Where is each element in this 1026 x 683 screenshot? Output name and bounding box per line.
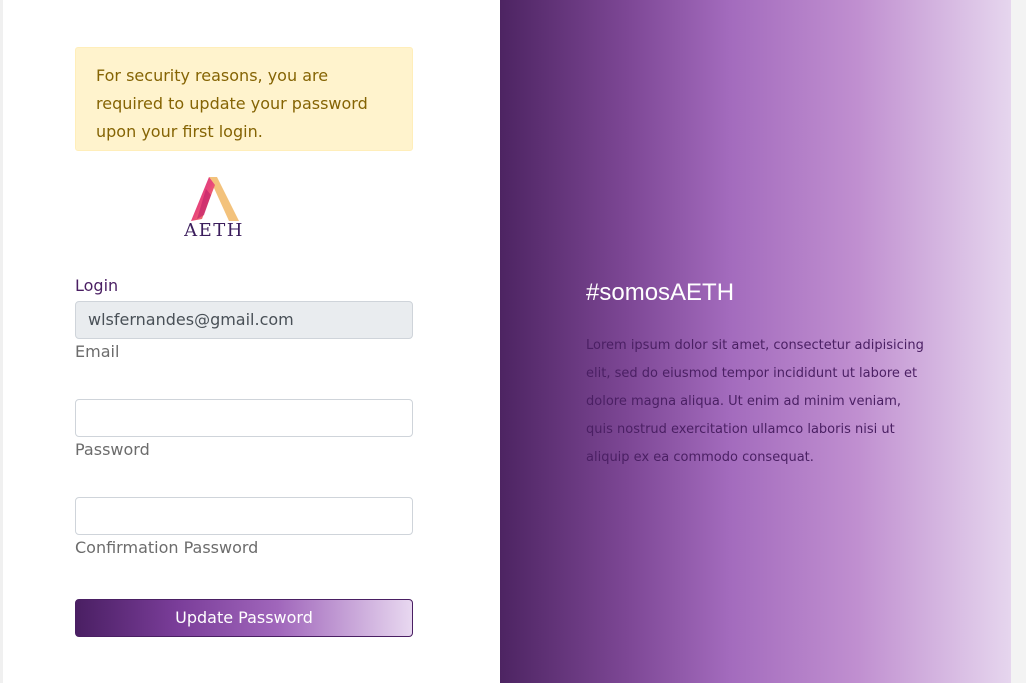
security-alert: For security reasons, you are required t… [75, 47, 413, 151]
password-helper: Password [75, 440, 150, 459]
email-helper: Email [75, 342, 120, 361]
confirm-password-helper: Confirmation Password [75, 538, 259, 557]
login-panel: For security reasons, you are required t… [3, 0, 500, 683]
hero-panel: #somosAETH Lorem ipsum dolor sit amet, c… [500, 0, 1011, 683]
email-field[interactable]: wlsfernandes@gmail.com [75, 301, 413, 339]
page: For security reasons, you are required t… [0, 0, 1026, 683]
scrollbar-track[interactable] [1011, 0, 1026, 683]
confirm-password-field[interactable] [75, 497, 413, 535]
login-label: Login [75, 276, 119, 295]
update-password-button[interactable]: Update Password [75, 599, 413, 637]
aeth-logo-icon [191, 177, 239, 221]
hero-body: Lorem ipsum dolor sit amet, consectetur … [586, 338, 924, 465]
hero-tagline: #somosAETH [586, 279, 735, 306]
email-value: wlsfernandes@gmail.com [88, 310, 294, 329]
password-field[interactable] [75, 399, 413, 437]
aeth-logo: AETH [184, 175, 244, 241]
alert-message: For security reasons, you are required t… [96, 66, 368, 141]
logo-text: AETH [184, 220, 244, 241]
